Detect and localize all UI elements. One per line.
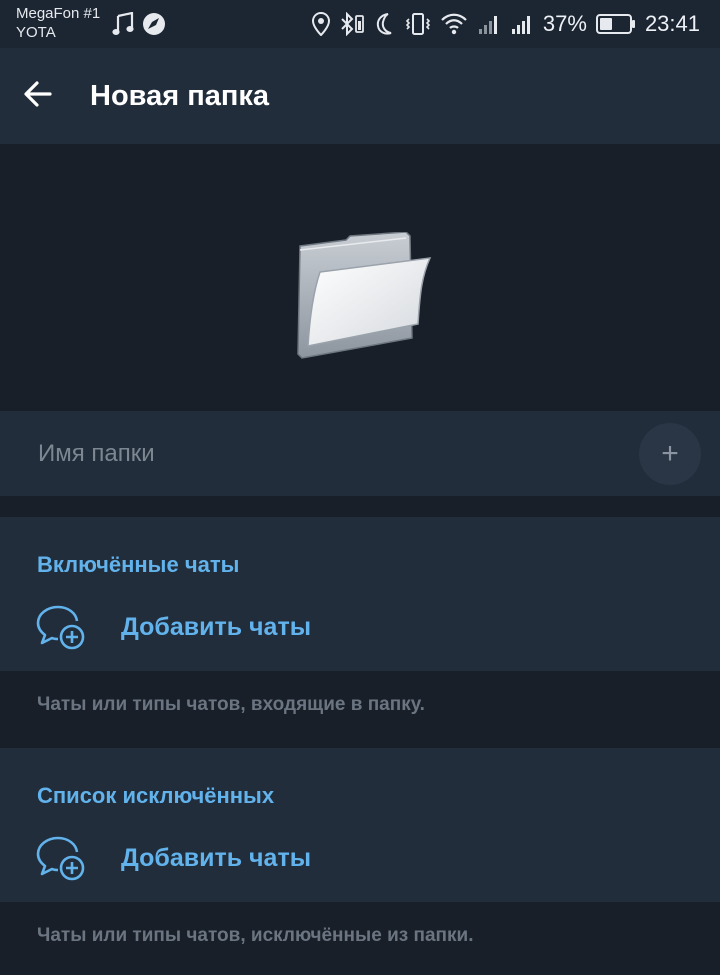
back-button[interactable] xyxy=(14,72,62,120)
music-note-icon xyxy=(112,12,134,36)
add-chat-icon xyxy=(34,832,88,891)
app-bar: Новая папка xyxy=(0,48,720,144)
hint-text: Чаты или типы чатов, входящие в папку. xyxy=(37,694,425,715)
add-chats-label: Добавить чаты xyxy=(121,613,312,641)
carrier-name: MegaFon #1 xyxy=(16,5,101,22)
hint-text: Чаты или типы чатов, исключённые из папк… xyxy=(37,925,474,946)
moon-icon xyxy=(374,12,396,36)
section-divider xyxy=(0,496,720,517)
excluded-hint-area: Чаты или типы чатов, исключённые из папк… xyxy=(0,902,720,975)
included-chats-section: Включённые чаты Добавить чаты xyxy=(0,517,720,671)
signal-icon xyxy=(510,12,534,36)
plus-icon: + xyxy=(661,437,679,470)
add-included-chats-button[interactable]: Добавить чаты xyxy=(0,595,720,659)
carrier-name-secondary: YOTA xyxy=(16,24,56,41)
status-bar: MegaFon #1 YOTA 37% 23:41 xyxy=(0,0,720,48)
signal-icon xyxy=(477,12,501,36)
location-icon xyxy=(311,12,330,36)
bluetooth-icon xyxy=(339,12,365,36)
carrier-info: MegaFon #1 YOTA xyxy=(16,4,100,42)
compass-icon xyxy=(142,12,166,36)
wifi-icon xyxy=(440,12,468,36)
add-excluded-chats-button[interactable]: Добавить чаты xyxy=(0,826,720,890)
included-hint-area: Чаты или типы чатов, входящие в папку. xyxy=(0,671,720,748)
folder-name-row: + xyxy=(0,411,720,496)
clock: 23:41 xyxy=(644,11,700,36)
section-header: Список исключённых xyxy=(37,783,275,808)
arrow-left-icon xyxy=(22,78,54,115)
add-chats-label: Добавить чаты xyxy=(121,844,312,872)
vibrate-icon xyxy=(405,12,431,36)
battery-percent: 37% xyxy=(542,11,587,36)
hero-section xyxy=(0,144,720,411)
section-header: Включённые чаты xyxy=(37,552,240,577)
battery-icon xyxy=(595,13,636,35)
add-icon-button[interactable]: + xyxy=(639,423,701,485)
add-chat-icon xyxy=(34,601,88,660)
folder-icon xyxy=(294,231,434,367)
page-title: Новая папка xyxy=(90,80,270,112)
folder-name-input[interactable] xyxy=(38,437,598,471)
excluded-chats-section: Список исключённых Добавить чаты xyxy=(0,748,720,902)
